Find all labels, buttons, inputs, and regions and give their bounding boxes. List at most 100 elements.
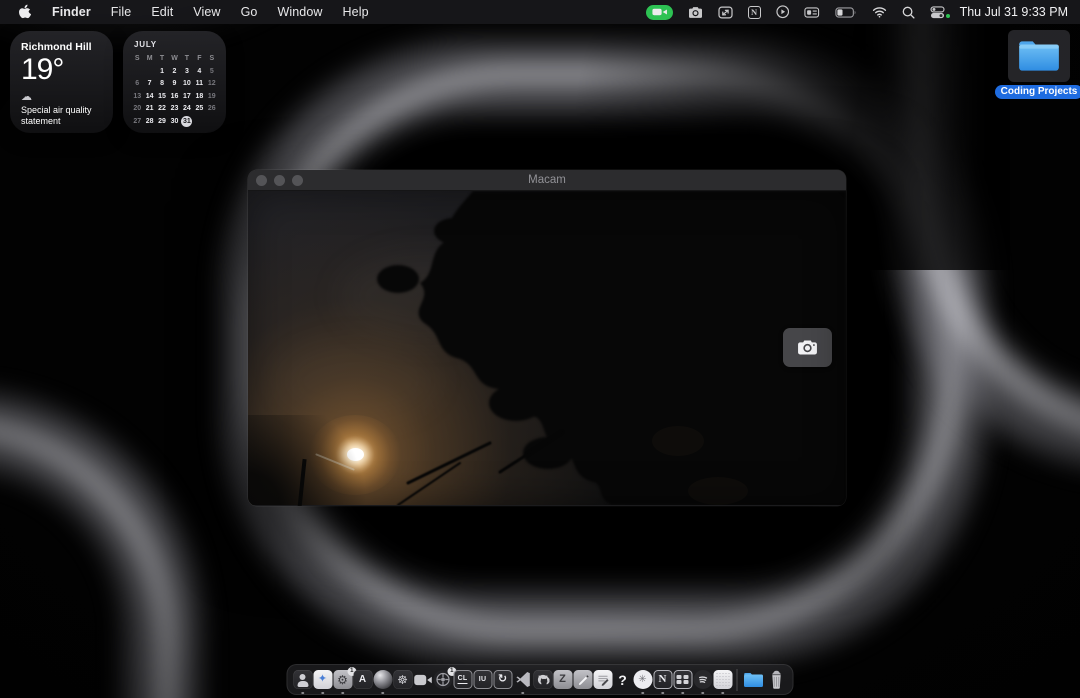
- calendar-date: 26: [206, 103, 218, 114]
- dock: ✦ ⚙1 A ☸ 1 CL IU ↻ Z: [287, 664, 794, 695]
- calendar-date: 20: [131, 103, 143, 114]
- dock-icon-media-reel[interactable]: 1: [433, 664, 453, 695]
- dock-icon-notes[interactable]: [593, 664, 613, 695]
- apple-menu-icon[interactable]: [18, 5, 32, 20]
- calendar-date: 3: [181, 66, 193, 77]
- calendar-date: 2: [168, 66, 180, 77]
- dock-icon-chatgpt[interactable]: ✳: [633, 664, 653, 695]
- dock-icon-settings[interactable]: ⚙1: [333, 664, 353, 695]
- menu-bar: Finder FileEditViewGoWindowHelp N: [0, 0, 1080, 24]
- calendar-date: 11: [193, 78, 205, 89]
- calendar-date: 19: [206, 91, 218, 102]
- dock-icon-intellij[interactable]: IU: [473, 664, 493, 695]
- dock-divider: [737, 669, 738, 691]
- menu-item-help[interactable]: Help: [333, 5, 379, 19]
- calendar-day-header: S: [131, 53, 143, 64]
- dock-icon-app-store[interactable]: A: [353, 664, 373, 695]
- dock-icon-trash[interactable]: [765, 664, 788, 695]
- calendar-grid: SMTWTFS123456789101112131415161718192021…: [131, 53, 218, 127]
- video-camera-icon: [413, 674, 432, 686]
- menu-bar-clock[interactable]: Thu Jul 31 9:33 PM: [960, 5, 1070, 19]
- calendar-day-header: M: [143, 53, 155, 64]
- menu-item-edit[interactable]: Edit: [141, 5, 183, 19]
- dock-icon-pencil-editor[interactable]: [573, 664, 593, 695]
- screen-capture-icon[interactable]: [718, 6, 733, 19]
- weather-widget[interactable]: Richmond Hill 19° ☁ Special air quality …: [10, 31, 113, 133]
- dock-icon-zed[interactable]: Z: [553, 664, 573, 695]
- desktop: Finder FileEditViewGoWindowHelp N: [0, 0, 1080, 698]
- weather-location: Richmond Hill: [21, 41, 102, 53]
- keyboard-icon[interactable]: [804, 7, 820, 18]
- dock-icon-anki[interactable]: [713, 664, 733, 695]
- calendar-date: 9: [168, 78, 180, 89]
- vscode-icon: [514, 671, 531, 688]
- dock-icon-sphere-app[interactable]: [373, 664, 393, 695]
- dock-icon-github[interactable]: [533, 664, 553, 695]
- calendar-date: 29: [156, 116, 168, 127]
- camera-feed: [248, 191, 846, 505]
- menu-item-view[interactable]: View: [183, 5, 230, 19]
- calendar-date: [206, 116, 218, 127]
- calendar-date: 25: [193, 103, 205, 114]
- blue-folder-icon: [742, 671, 764, 689]
- window-title: Macam: [248, 174, 846, 186]
- calendar-day-header: S: [206, 53, 218, 64]
- menu-item-file[interactable]: File: [101, 5, 142, 19]
- calendar-widget[interactable]: JULY SMTWTFS1234567891011121314151617181…: [123, 31, 226, 133]
- macam-window[interactable]: Macam: [248, 170, 846, 506]
- calendar-date: [143, 66, 155, 77]
- menu-item-window[interactable]: Window: [267, 5, 332, 19]
- desktop-folder-coding-projects[interactable]: Coding Projects: [1003, 30, 1075, 99]
- calendar-date: 28: [143, 116, 155, 127]
- calendar-date: 23: [168, 103, 180, 114]
- calendar-date: [131, 66, 143, 77]
- trash-icon: [768, 670, 784, 689]
- camera-icon[interactable]: [688, 6, 703, 19]
- calendar-day-header: T: [156, 53, 168, 64]
- dock-icon-refresh-app[interactable]: ↻: [493, 664, 513, 695]
- calendar-date: 17: [181, 91, 193, 102]
- dock-icon-vscode[interactable]: [513, 664, 533, 695]
- calendar-date: [193, 116, 205, 127]
- dock-icon-notion-calendar[interactable]: [673, 664, 693, 695]
- calendar-date: 27: [131, 116, 143, 127]
- calendar-date: 7: [143, 78, 155, 89]
- window-titlebar[interactable]: Macam: [248, 170, 846, 191]
- folder-icon: [1016, 37, 1062, 75]
- dock-icon-photos[interactable]: ✦: [313, 664, 333, 695]
- camera-active-indicator-icon[interactable]: [646, 5, 673, 20]
- folder-selection-plate: [1008, 30, 1070, 82]
- weather-alert: Special air quality statement: [21, 105, 102, 128]
- note-pencil-icon: [596, 673, 609, 686]
- wifi-icon[interactable]: [872, 6, 887, 18]
- dock-icon-downloads-folder[interactable]: [742, 664, 765, 695]
- calendar-date: 1: [156, 66, 168, 77]
- play-icon[interactable]: [776, 5, 790, 19]
- dock-icon-clion[interactable]: CL: [453, 664, 473, 695]
- wallpaper-tube-left: [0, 392, 200, 698]
- cloud-icon: ☁: [21, 92, 102, 103]
- calendar-day-header: F: [193, 53, 205, 64]
- notion-menu-icon[interactable]: N: [748, 6, 761, 19]
- calendar-date: 14: [143, 91, 155, 102]
- folder-label: Coding Projects: [995, 85, 1080, 99]
- menu-item-finder[interactable]: Finder: [42, 5, 101, 19]
- menu-items: FileEditViewGoWindowHelp: [101, 5, 379, 19]
- menu-item-go[interactable]: Go: [231, 5, 268, 19]
- calendar-date: 30: [168, 116, 180, 127]
- search-icon[interactable]: [902, 6, 915, 19]
- dock-icon-voice-assistant[interactable]: [293, 664, 313, 695]
- dock-icon-notion[interactable]: N: [653, 664, 673, 695]
- calendar-date: 18: [193, 91, 205, 102]
- dock-icon-video-camera[interactable]: [413, 664, 433, 695]
- calendar-date: 6: [131, 78, 143, 89]
- dock-icon-spotify[interactable]: [693, 664, 713, 695]
- dock-icon-automator[interactable]: ☸: [393, 664, 413, 695]
- calendar-date: 8: [156, 78, 168, 89]
- control-center-icon[interactable]: [930, 6, 945, 19]
- corner-shadow: [248, 415, 378, 505]
- battery-icon[interactable]: [835, 7, 857, 18]
- calendar-day-header: T: [181, 53, 193, 64]
- calendar-date: 22: [156, 103, 168, 114]
- dock-icon-unknown-app[interactable]: ?: [613, 664, 633, 695]
